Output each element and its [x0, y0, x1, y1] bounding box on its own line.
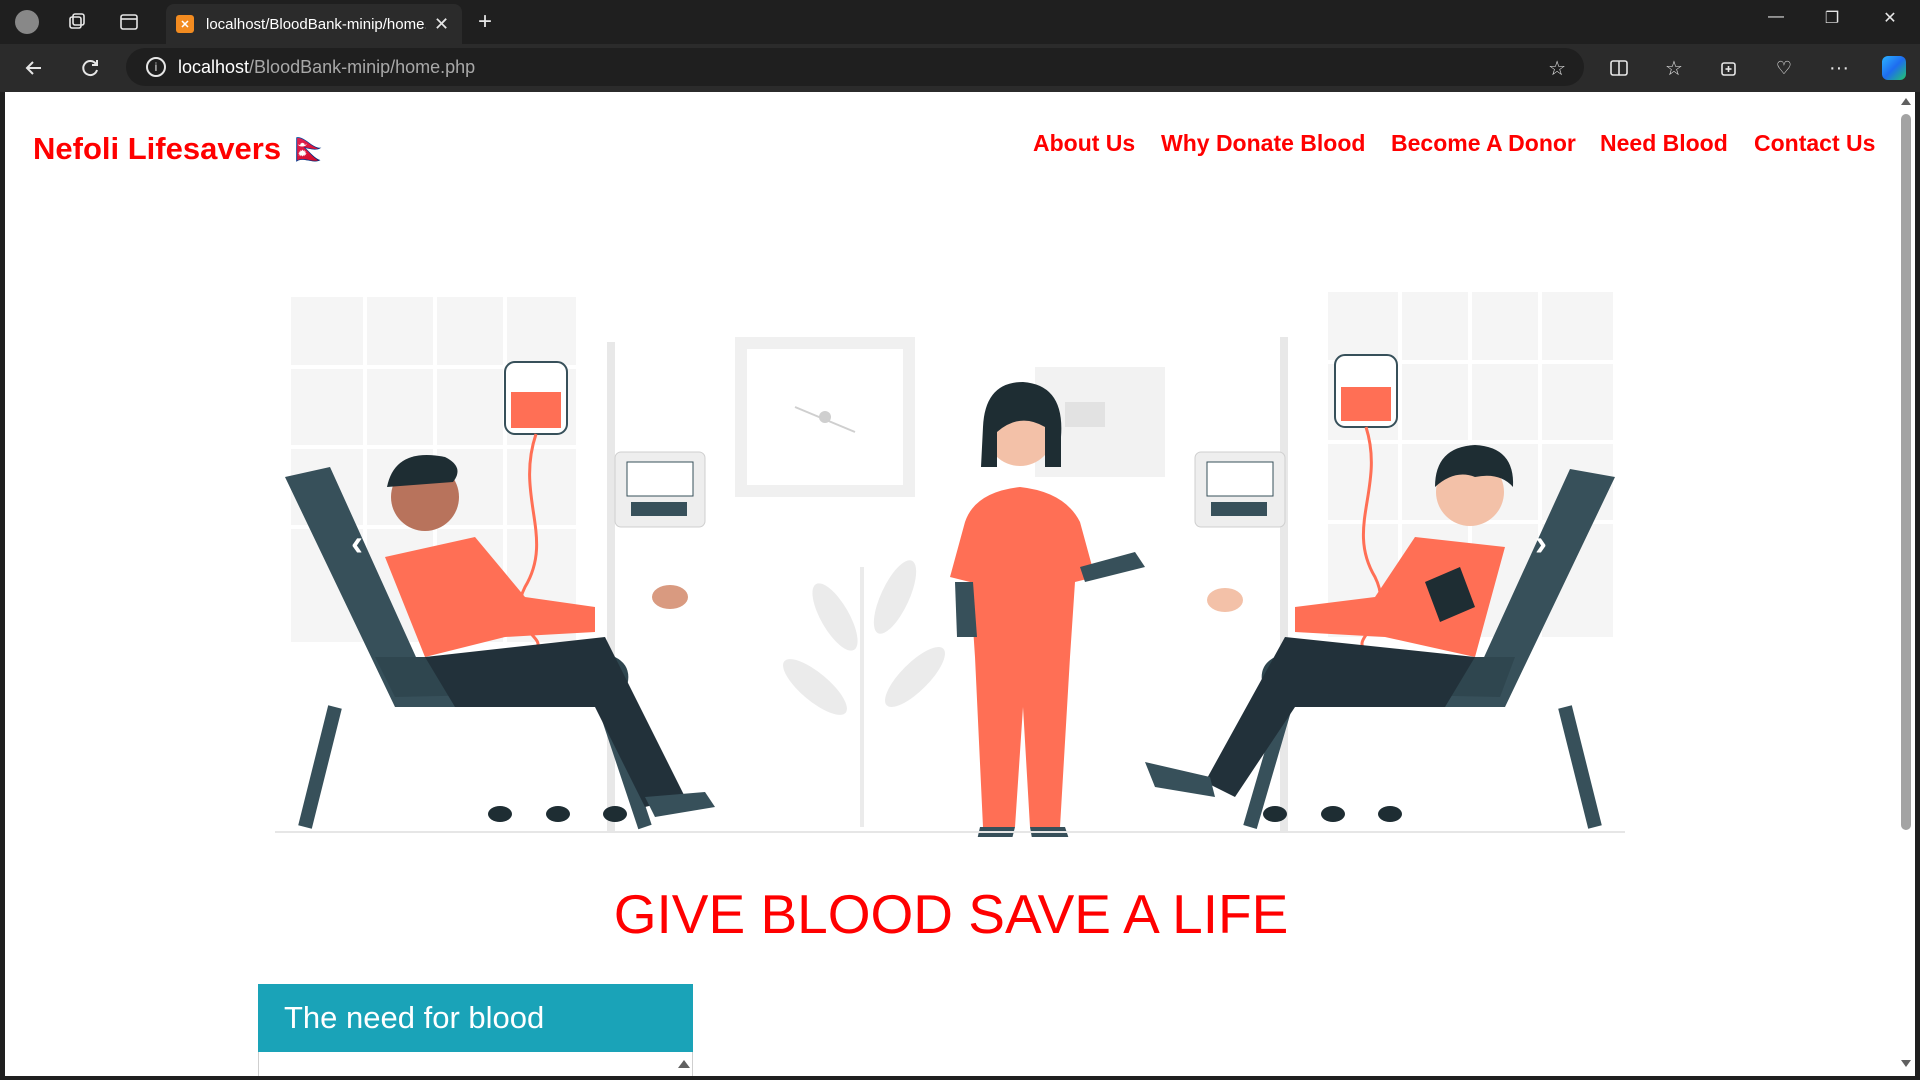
carousel-next-button[interactable]: ›: [1535, 522, 1547, 564]
hero-slogan: GIVE BLOOD SAVE A LIFE: [613, 883, 1289, 945]
card-header: The need for blood: [258, 984, 693, 1052]
url-host: localhost: [178, 56, 250, 77]
xampp-favicon-icon: ✕: [176, 15, 194, 33]
back-icon[interactable]: [18, 52, 50, 84]
browser-essentials-icon[interactable]: ♡: [1768, 52, 1800, 84]
favorites-icon[interactable]: ☆: [1658, 52, 1690, 84]
carousel-prev-button[interactable]: ‹: [351, 522, 363, 564]
copilot-icon[interactable]: [1878, 52, 1910, 84]
card-scroll-up-icon[interactable]: [678, 1060, 690, 1068]
tab-close-icon[interactable]: ✕: [434, 14, 449, 35]
nav-contact-us[interactable]: Contact Us: [1754, 130, 1875, 157]
collections-icon[interactable]: [1713, 52, 1745, 84]
scroll-up-icon[interactable]: [1901, 98, 1911, 105]
minimize-icon[interactable]: —: [1756, 8, 1796, 26]
nav-about-us[interactable]: About Us: [1033, 130, 1135, 157]
address-bar[interactable]: i localhost/BloodBank-minip/home.php ☆: [126, 48, 1584, 86]
refresh-icon[interactable]: [74, 52, 106, 84]
more-options-icon[interactable]: ···: [1823, 52, 1855, 84]
close-window-icon[interactable]: ✕: [1870, 8, 1910, 28]
workspaces-icon[interactable]: [60, 6, 94, 38]
browser-tab[interactable]: ✕ localhost/BloodBank-minip/home.php ✕: [166, 4, 462, 44]
nav-why-donate-blood[interactable]: Why Donate Blood: [1161, 130, 1365, 157]
blood-donation-illustration: [275, 292, 1625, 837]
page-scrollbar[interactable]: [1897, 92, 1915, 1076]
scroll-down-icon[interactable]: [1901, 1060, 1911, 1067]
split-screen-icon[interactable]: [1603, 52, 1635, 84]
restore-icon[interactable]: ❐: [1812, 8, 1852, 28]
nav-become-a-donor[interactable]: Become A Donor: [1391, 130, 1576, 157]
new-tab-icon[interactable]: +: [478, 8, 492, 36]
vertical-tabs-icon[interactable]: [112, 6, 146, 38]
browser-tab-bar: ✕ localhost/BloodBank-minip/home.php ✕ +…: [0, 0, 1920, 44]
browser-toolbar: i localhost/BloodBank-minip/home.php ☆ ☆…: [0, 44, 1920, 92]
scrollbar-thumb[interactable]: [1901, 114, 1911, 830]
nav-need-blood[interactable]: Need Blood: [1600, 130, 1728, 157]
tab-title: localhost/BloodBank-minip/home.php: [206, 15, 426, 33]
site-info-icon[interactable]: i: [146, 57, 166, 77]
card-body: [258, 1052, 693, 1076]
page-viewport: Nefoli Lifesavers 🇳🇵 About Us Why Donate…: [5, 92, 1897, 1076]
profile-avatar[interactable]: [10, 6, 44, 38]
site-brand[interactable]: Nefoli Lifesavers 🇳🇵: [33, 130, 328, 167]
url-path: /BloodBank-minip/home.php: [249, 56, 476, 77]
favorite-star-icon[interactable]: ☆: [1548, 56, 1566, 81]
